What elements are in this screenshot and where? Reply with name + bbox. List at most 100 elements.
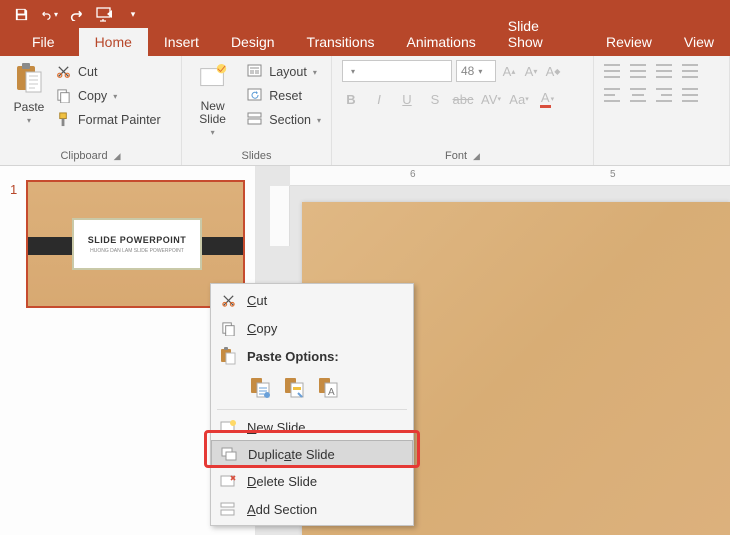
strikethrough-icon[interactable]: abc	[454, 90, 472, 108]
copy-label: Copy	[78, 89, 107, 103]
chevron-down-icon: ▾	[113, 92, 117, 101]
menu-cut[interactable]: Cut	[211, 286, 413, 314]
align-center-icon[interactable]	[630, 88, 646, 102]
new-slide-icon	[197, 60, 229, 98]
tab-animations[interactable]: Animations	[390, 28, 491, 56]
decrease-font-size-icon[interactable]: A▾	[522, 62, 540, 80]
layout-label: Layout	[269, 65, 307, 79]
italic-icon[interactable]: I	[370, 90, 388, 108]
font-size-select[interactable]: 48▾	[456, 60, 496, 82]
group-clipboard: Paste ▾ Cut Copy ▾ Format Pain	[0, 56, 182, 165]
align-left-icon[interactable]	[604, 88, 620, 102]
slide-title: SLIDE POWERPOINT	[88, 235, 187, 245]
bold-icon[interactable]: B	[342, 90, 360, 108]
menu-copy-label: Copy	[247, 321, 277, 336]
group-slides: New Slide ▾ Layout ▾ Reset Sec	[182, 56, 332, 165]
format-painter-button[interactable]: Format Painter	[52, 110, 165, 130]
dialog-launcher-icon[interactable]: ◢	[114, 151, 121, 162]
tab-view[interactable]: View	[668, 28, 730, 56]
numbering-icon[interactable]	[630, 64, 646, 78]
paste-options-row: A	[211, 370, 413, 406]
chevron-down-icon: ▾	[317, 116, 321, 125]
copy-button[interactable]: Copy ▾	[52, 86, 165, 106]
menu-copy[interactable]: Copy	[211, 314, 413, 342]
tab-home[interactable]: Home	[79, 28, 148, 56]
chevron-down-icon: ▾	[351, 67, 355, 76]
group-font: ▾ 48▾ A▴ A▾ A◆ B I U S abc AV▾ Aa▾ A▾ Fo	[332, 56, 594, 165]
slide-subtitle: HUONG DAN LAM SLIDE POWERPOINT	[90, 248, 184, 254]
tab-design[interactable]: Design	[215, 28, 291, 56]
menu-new-slide[interactable]: New Slide	[211, 413, 413, 441]
menu-duplicate-slide[interactable]: Duplicate Slide	[211, 440, 413, 468]
slide-number: 1	[10, 180, 20, 308]
copy-icon	[56, 88, 72, 104]
scissors-icon	[219, 291, 237, 309]
paste-button[interactable]: Paste ▾	[6, 60, 52, 125]
menu-new-slide-label: New Slide	[247, 420, 306, 435]
decrease-indent-icon[interactable]	[656, 64, 672, 78]
clear-formatting-icon[interactable]: A◆	[544, 62, 562, 80]
bullets-icon[interactable]	[604, 64, 620, 78]
quick-access-toolbar: ▾ ▾	[0, 0, 730, 28]
customize-qat-icon[interactable]: ▾	[124, 5, 142, 23]
add-section-icon	[219, 500, 237, 518]
new-slide-button[interactable]: New Slide ▾	[188, 60, 237, 137]
font-family-select[interactable]: ▾	[342, 60, 452, 82]
increase-font-size-icon[interactable]: A▴	[500, 62, 518, 80]
reset-label: Reset	[269, 89, 302, 103]
tab-transitions[interactable]: Transitions	[291, 28, 391, 56]
section-icon	[247, 112, 263, 128]
delete-slide-icon	[219, 472, 237, 490]
change-case-icon[interactable]: Aa▾	[510, 90, 528, 108]
undo-icon[interactable]: ▾	[40, 5, 58, 23]
tab-review[interactable]: Review	[590, 28, 668, 56]
increase-indent-icon[interactable]	[682, 64, 698, 78]
paste-icon	[13, 60, 45, 98]
ribbon-tabs: File Home Insert Design Transitions Anim…	[0, 28, 730, 56]
shadow-icon[interactable]: S	[426, 90, 444, 108]
tab-slideshow[interactable]: Slide Show	[492, 12, 590, 56]
ribbon: Paste ▾ Cut Copy ▾ Format Pain	[0, 56, 730, 166]
duplicate-slide-icon	[220, 445, 238, 463]
context-menu: Cut Copy Paste Options: A New Slide Dupl…	[210, 283, 414, 526]
menu-cut-label: Cut	[247, 293, 267, 308]
section-button[interactable]: Section ▾	[243, 110, 325, 130]
menu-add-section[interactable]: Add Section	[211, 495, 413, 523]
chevron-down-icon: ▾	[27, 116, 31, 125]
chevron-down-icon: ▾	[478, 67, 482, 76]
layout-icon	[247, 64, 263, 80]
chevron-down-icon: ▾	[313, 68, 317, 77]
redo-icon[interactable]	[68, 5, 86, 23]
scissors-icon	[56, 64, 72, 80]
paste-icon	[219, 347, 237, 365]
font-color-icon[interactable]: A▾	[538, 90, 556, 108]
reset-button[interactable]: Reset	[243, 86, 325, 106]
layout-button[interactable]: Layout ▾	[243, 62, 325, 82]
save-icon[interactable]	[12, 5, 30, 23]
char-spacing-icon[interactable]: AV▾	[482, 90, 500, 108]
format-painter-label: Format Painter	[78, 113, 161, 127]
underline-icon[interactable]: U	[398, 90, 416, 108]
group-clipboard-label: Clipboard	[60, 150, 107, 162]
justify-icon[interactable]	[682, 88, 698, 102]
paste-label: Paste	[14, 100, 45, 114]
reset-icon	[247, 88, 263, 104]
undo-dropdown-icon[interactable]: ▾	[54, 10, 58, 19]
paste-keep-source-formatting-icon[interactable]	[281, 374, 307, 400]
menu-add-section-label: Add Section	[247, 502, 317, 517]
start-from-beginning-icon[interactable]	[96, 5, 114, 23]
menu-delete-slide[interactable]: Delete Slide	[211, 467, 413, 495]
svg-text:A: A	[328, 387, 335, 398]
new-slide-icon	[219, 418, 237, 436]
separator	[217, 409, 407, 410]
section-label: Section	[269, 113, 311, 127]
tab-file[interactable]: File	[16, 28, 71, 56]
cut-button[interactable]: Cut	[52, 62, 165, 82]
paste-picture-icon[interactable]: A	[315, 374, 341, 400]
group-slides-label: Slides	[242, 150, 272, 162]
paste-options-label: Paste Options:	[247, 349, 339, 364]
dialog-launcher-icon[interactable]: ◢	[473, 151, 480, 162]
tab-insert[interactable]: Insert	[148, 28, 215, 56]
align-right-icon[interactable]	[656, 88, 672, 102]
paste-use-destination-theme-icon[interactable]	[247, 374, 273, 400]
